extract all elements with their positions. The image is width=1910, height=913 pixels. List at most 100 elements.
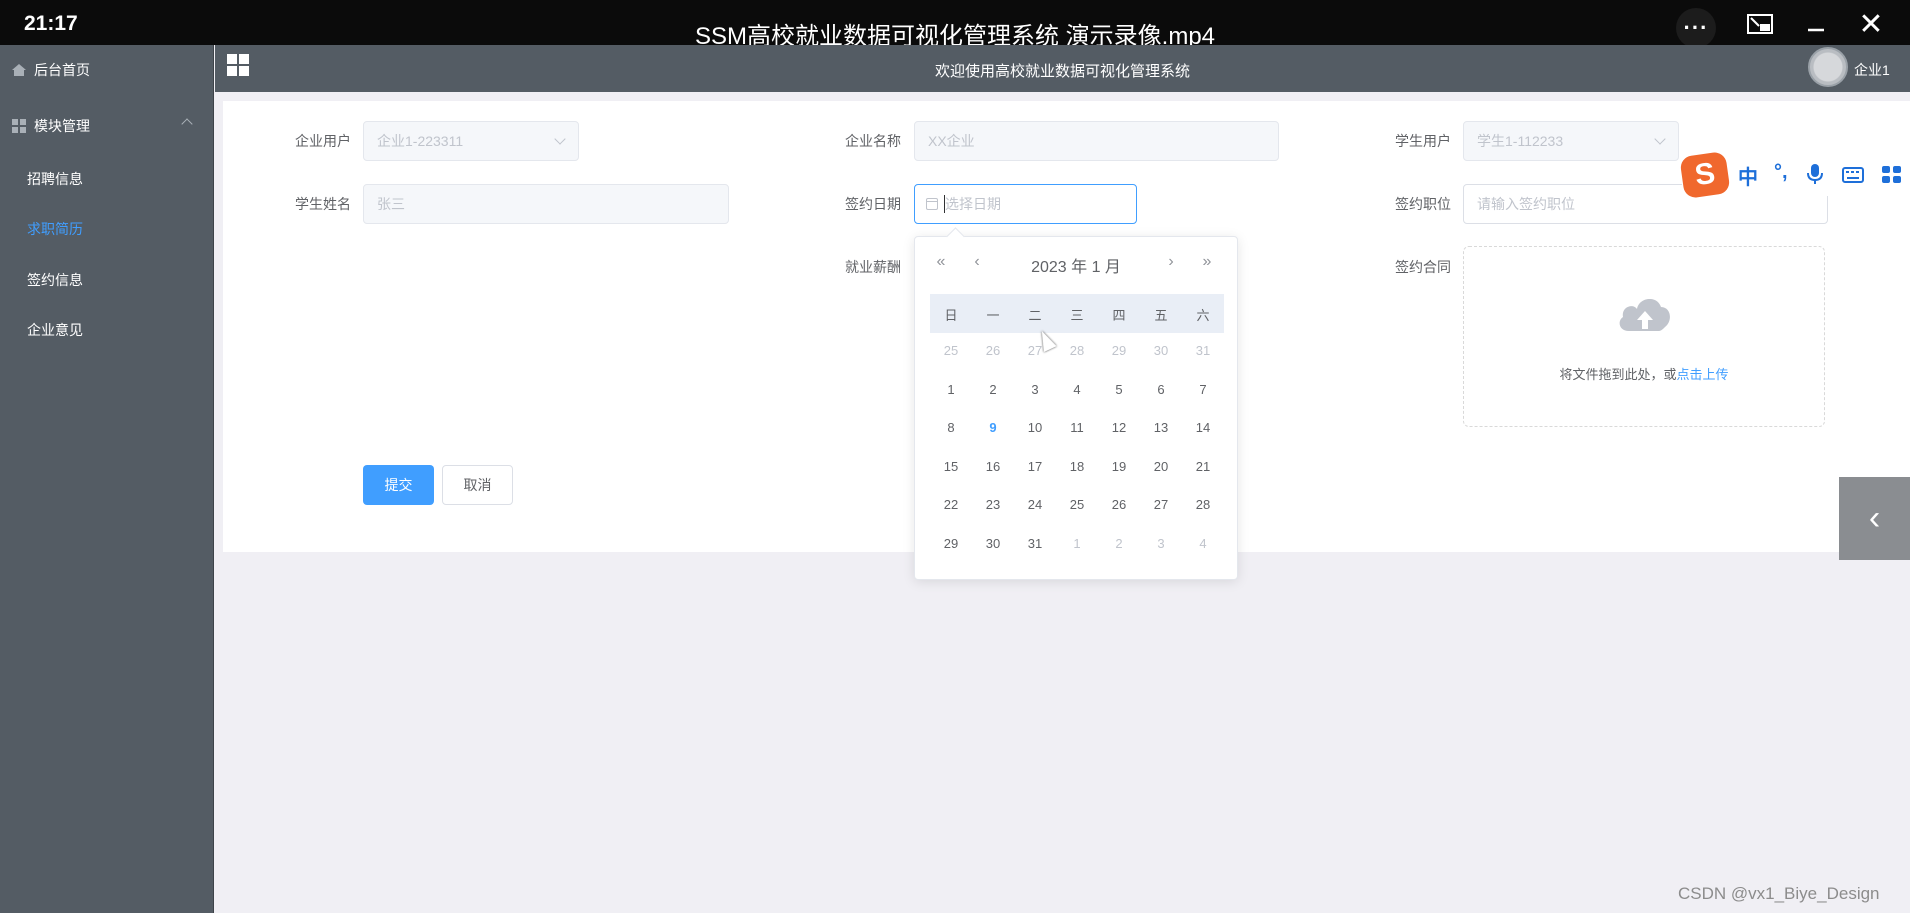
date-cell[interactable]: 29: [930, 536, 972, 551]
date-cell[interactable]: 19: [1098, 459, 1140, 474]
sidebar-item-feedback[interactable]: 企业意见: [0, 305, 213, 355]
next-month-button[interactable]: ›: [1161, 253, 1181, 271]
weekday-label: 一: [986, 308, 1000, 323]
date-cell[interactable]: 31: [1182, 343, 1224, 358]
date-cell[interactable]: 22: [930, 497, 972, 512]
date-cell[interactable]: 31: [1014, 536, 1056, 551]
company-user-select[interactable]: 企业1-223311: [363, 121, 579, 161]
student-user-value: 学生1-112233: [1477, 133, 1564, 149]
label-sign-date: 签约日期: [845, 196, 901, 212]
date-cell[interactable]: 2: [1098, 536, 1140, 551]
sidebar-item-resume[interactable]: 求职简历: [0, 204, 213, 254]
video-player-bar: 21:17 SSM高校就业数据可视化管理系统 演示录像.mp4 ··· ✕: [0, 0, 1910, 50]
close-video-button[interactable]: ✕: [1855, 8, 1887, 41]
date-cell[interactable]: 15: [930, 459, 972, 474]
top-header: 欢迎使用高校就业数据可视化管理系统 企业1: [215, 45, 1910, 92]
date-cell[interactable]: 30: [1140, 343, 1182, 358]
date-cell[interactable]: 6: [1140, 382, 1182, 397]
weekday-label: 日: [944, 308, 958, 323]
date-cell[interactable]: 25: [1056, 497, 1098, 512]
date-cell[interactable]: 4: [1056, 382, 1098, 397]
next-year-button[interactable]: »: [1197, 253, 1217, 271]
date-picker-header: « ‹ 2023 年 1 月 › »: [915, 253, 1237, 277]
date-cell[interactable]: 28: [1182, 497, 1224, 512]
date-cell[interactable]: 30: [972, 536, 1014, 551]
date-cell[interactable]: 4: [1182, 536, 1224, 551]
date-cell[interactable]: 26: [1098, 497, 1140, 512]
date-cell[interactable]: 11: [1056, 420, 1098, 435]
keyboard-icon[interactable]: [1842, 166, 1864, 189]
label-contract: 签约合同: [1395, 259, 1451, 275]
avatar[interactable]: [1808, 47, 1848, 87]
date-cell[interactable]: 13: [1140, 420, 1182, 435]
toolbox-grid-icon[interactable]: [1882, 166, 1902, 190]
sidebar-item-label: 后台首页: [34, 62, 90, 78]
date-cell[interactable]: 21: [1182, 459, 1224, 474]
date-cell[interactable]: 9: [972, 420, 1014, 435]
date-cell[interactable]: 20: [1140, 459, 1182, 474]
date-cell[interactable]: 3: [1014, 382, 1056, 397]
date-cell[interactable]: 8: [930, 420, 972, 435]
upload-hint: 将文件拖到此处，或点击上传: [1464, 364, 1824, 383]
home-icon: [12, 64, 26, 76]
watermark-text: CSDN @vx1_Biye_Design: [1678, 884, 1880, 903]
upload-hint-text: 将文件拖到此处，或: [1559, 367, 1677, 382]
collapse-panel-tab[interactable]: ‹: [1839, 477, 1910, 560]
company-user-value: 企业1-223311: [377, 133, 464, 149]
ime-punctuation-toggle[interactable]: °,: [1774, 161, 1788, 184]
ime-language-toggle[interactable]: 中: [1738, 161, 1758, 190]
date-cell[interactable]: 28: [1056, 343, 1098, 358]
sogou-logo-icon[interactable]: S: [1679, 151, 1731, 199]
date-picker-title[interactable]: 2023 年 1 月: [915, 253, 1237, 277]
date-cell[interactable]: 1: [930, 382, 972, 397]
sidebar-group-module[interactable]: 模块管理: [0, 101, 213, 151]
weekday-label: 六: [1196, 308, 1210, 323]
date-cell[interactable]: 27: [1140, 497, 1182, 512]
label-student-user: 学生用户: [1395, 133, 1451, 149]
contract-upload-dropzone[interactable]: 将文件拖到此处，或点击上传: [1463, 246, 1825, 427]
date-cell[interactable]: 14: [1182, 420, 1224, 435]
date-cell[interactable]: 5: [1098, 382, 1140, 397]
label-company-name: 企业名称: [845, 133, 901, 149]
upload-link[interactable]: 点击上传: [1677, 367, 1729, 382]
sidebar-item-contract[interactable]: 签约信息: [0, 255, 213, 305]
date-cell[interactable]: 24: [1014, 497, 1056, 512]
date-cell[interactable]: 10: [1014, 420, 1056, 435]
cancel-button[interactable]: 取消: [442, 465, 513, 505]
label-salary: 就业薪酬: [845, 259, 901, 275]
date-cell[interactable]: 3: [1140, 536, 1182, 551]
sign-date-input[interactable]: 选择日期: [914, 184, 1137, 224]
date-cell[interactable]: 23: [972, 497, 1014, 512]
date-cell[interactable]: 1: [1056, 536, 1098, 551]
calendar-icon: [926, 198, 938, 210]
student-name-input[interactable]: 张三: [363, 184, 729, 224]
date-cell[interactable]: 17: [1014, 459, 1056, 474]
date-cell[interactable]: 7: [1182, 382, 1224, 397]
sign-date-placeholder: 选择日期: [945, 196, 1001, 212]
user-name[interactable]: 企业1: [1854, 60, 1890, 80]
sidebar-item-label: 模块管理: [34, 118, 90, 134]
submit-button[interactable]: 提交: [363, 465, 434, 505]
date-cell[interactable]: 26: [972, 343, 1014, 358]
weekday-label: 四: [1112, 308, 1126, 323]
label-student-name: 学生姓名: [295, 196, 351, 212]
microphone-icon[interactable]: [1807, 163, 1823, 191]
date-cell[interactable]: 18: [1056, 459, 1098, 474]
date-cell[interactable]: 25: [930, 343, 972, 358]
sidebar-item-home[interactable]: 后台首页: [0, 45, 213, 95]
date-cell[interactable]: 29: [1098, 343, 1140, 358]
more-options-button[interactable]: ···: [1676, 8, 1716, 48]
company-name-input[interactable]: XX企业: [914, 121, 1279, 161]
picture-in-picture-icon[interactable]: [1744, 9, 1776, 39]
student-user-select[interactable]: 学生1-112233: [1463, 121, 1679, 161]
weekday-label: 二: [1028, 308, 1042, 323]
upload-cloud-icon: [1619, 298, 1670, 331]
minimize-icon[interactable]: [1800, 9, 1832, 39]
date-cell[interactable]: 2: [972, 382, 1014, 397]
welcome-text: 欢迎使用高校就业数据可视化管理系统: [934, 63, 1190, 80]
date-cell[interactable]: 12: [1098, 420, 1140, 435]
sidebar-item-recruitment[interactable]: 招聘信息: [0, 154, 213, 204]
date-cell[interactable]: 16: [972, 459, 1014, 474]
chevron-down-icon: [554, 133, 566, 145]
sidebar: 后台首页 模块管理 招聘信息 求职简历 签约信息 企业意见: [0, 45, 214, 913]
